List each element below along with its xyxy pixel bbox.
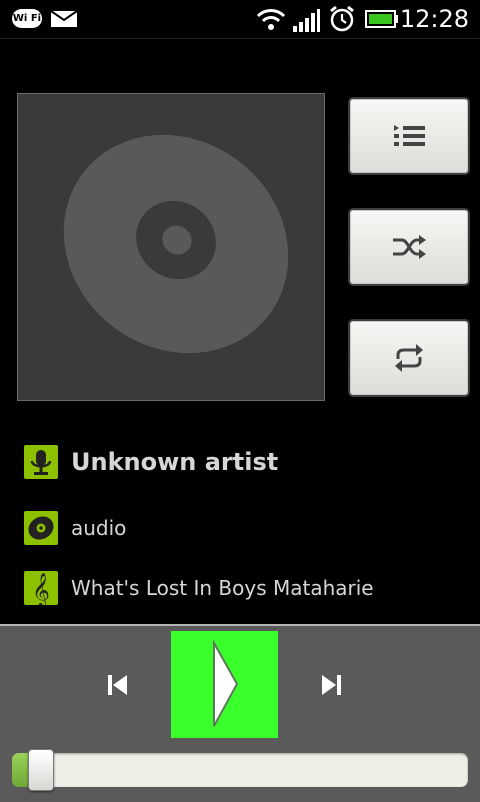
- playback-controls: [0, 624, 480, 802]
- cd-disc-icon: [63, 134, 289, 354]
- album-name: audio: [71, 516, 127, 540]
- cell-signal-icon: [293, 9, 320, 32]
- seek-bar[interactable]: [12, 753, 468, 787]
- album-row: audio: [24, 511, 464, 547]
- svg-text:𝄞: 𝄞: [32, 573, 50, 605]
- next-icon[interactable]: [316, 670, 346, 700]
- playlist-icon: [394, 125, 425, 146]
- wifi-badge-icon: Wi Fi: [12, 9, 42, 28]
- seek-thumb[interactable]: [28, 749, 54, 791]
- shuffle-button[interactable]: [348, 208, 470, 286]
- artist-name: Unknown artist: [71, 448, 279, 476]
- disc-icon: [24, 511, 58, 545]
- title-row: 𝄞 What's Lost In Boys Mataharie: [24, 571, 464, 609]
- repeat-icon: [395, 344, 423, 372]
- play-icon: [213, 639, 239, 727]
- wifi-signal-icon: [256, 9, 286, 30]
- previous-icon[interactable]: [103, 670, 133, 700]
- mail-icon: [51, 11, 77, 27]
- play-button[interactable]: [171, 631, 278, 738]
- battery-icon: [365, 10, 398, 28]
- treble-clef-icon: 𝄞: [24, 571, 58, 609]
- artist-row: Unknown artist: [24, 445, 464, 481]
- repeat-button[interactable]: [348, 319, 470, 397]
- album-art: [17, 93, 325, 401]
- shuffle-icon: [393, 235, 426, 259]
- playlist-button[interactable]: [348, 97, 470, 175]
- microphone-icon: [24, 445, 58, 479]
- status-bar: Wi Fi 12:28: [0, 0, 480, 39]
- track-title: What's Lost In Boys Mataharie: [71, 576, 374, 600]
- alarm-clock-icon: [330, 5, 354, 32]
- clock: 12:28: [399, 5, 469, 33]
